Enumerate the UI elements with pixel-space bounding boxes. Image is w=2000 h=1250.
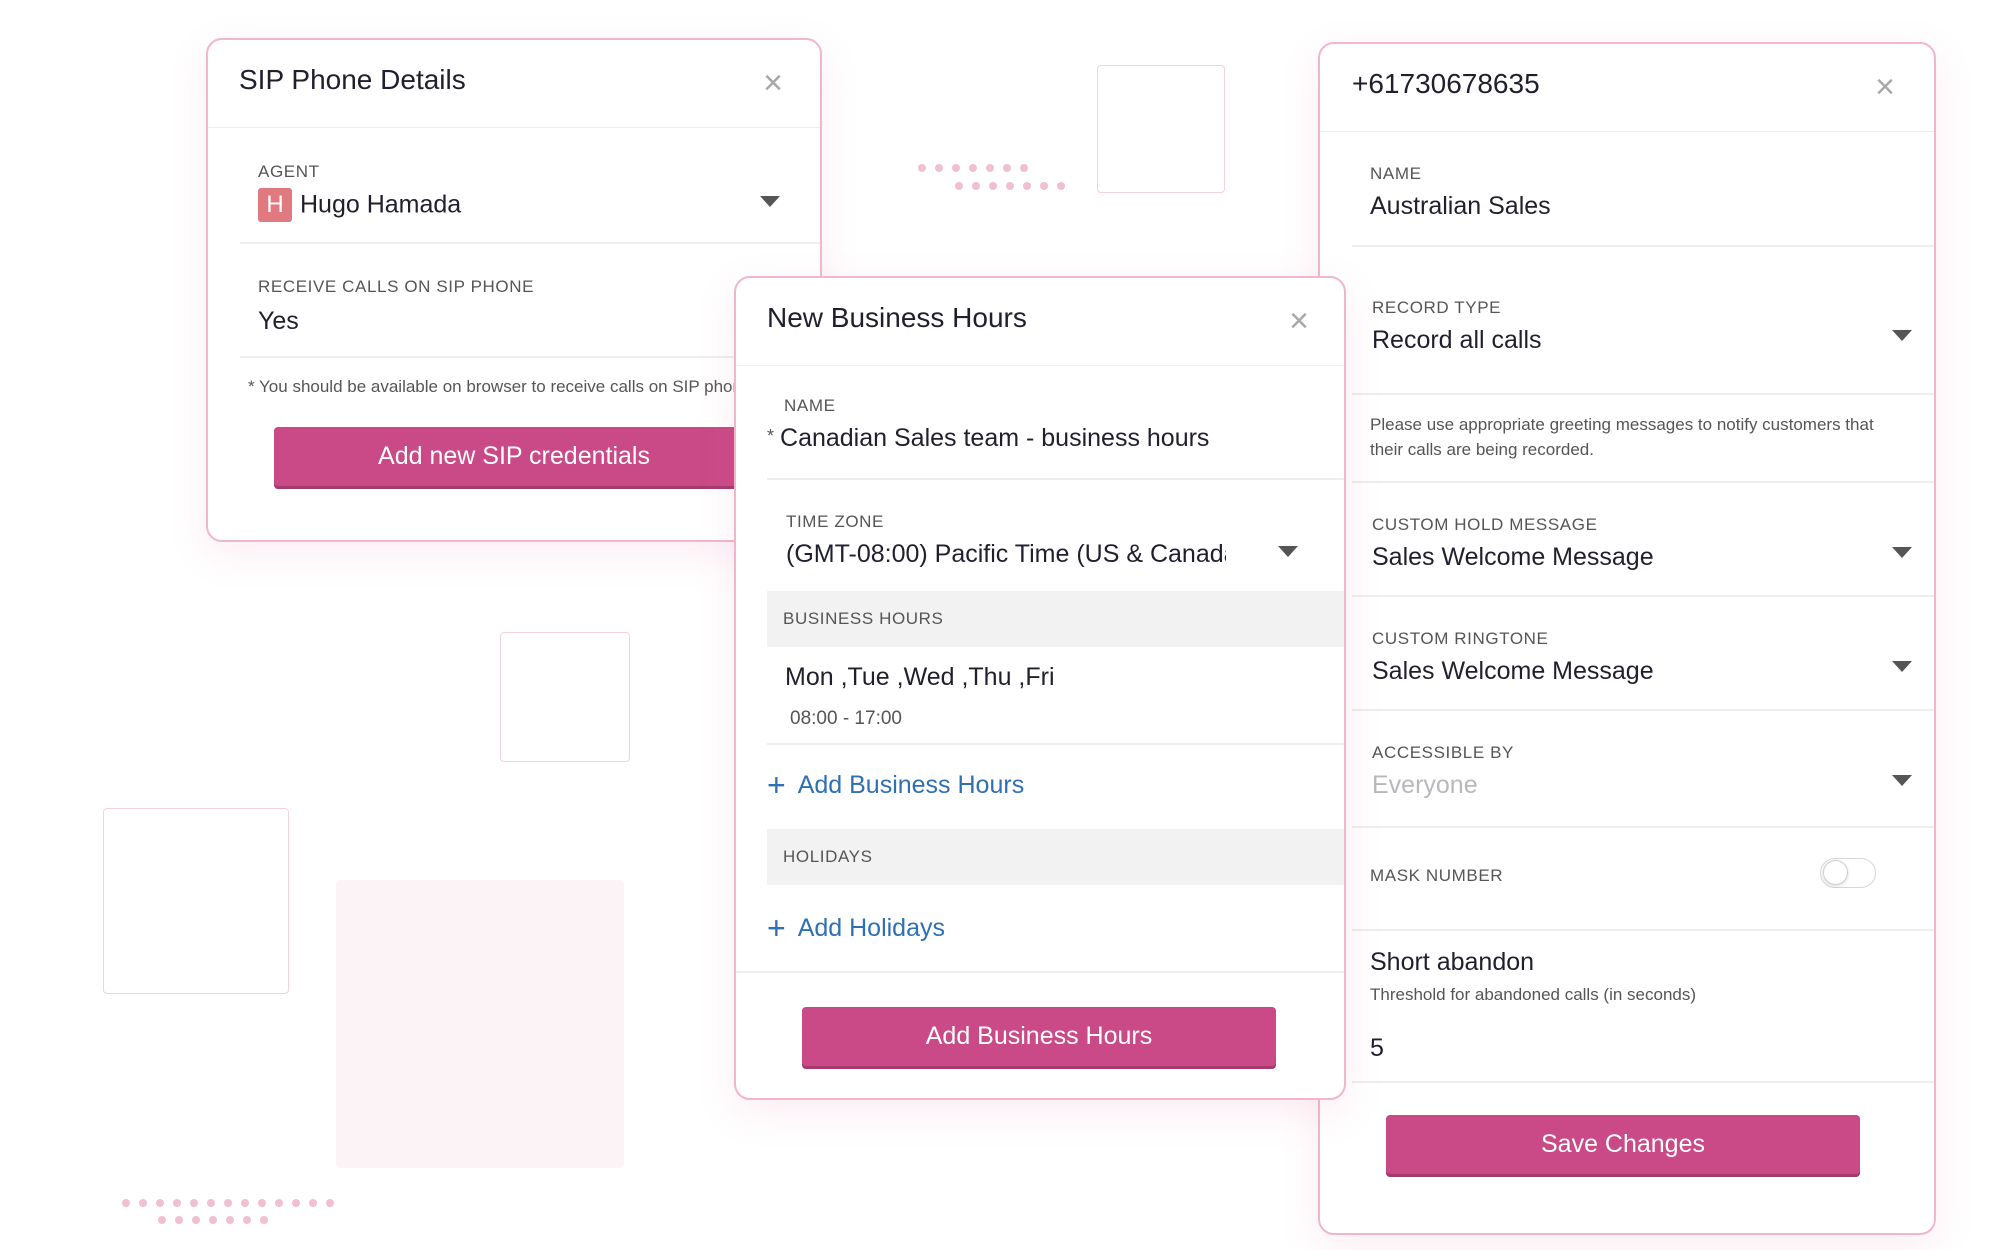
chevron-down-icon[interactable] xyxy=(760,196,780,207)
business-hours-section-header: BUSINESS HOURS xyxy=(767,591,1344,647)
record-type-note: Please use appropriate greeting messages… xyxy=(1370,415,1874,459)
sip-card-header: SIP Phone Details × xyxy=(208,40,820,128)
phone-number-settings-card: +61730678635 × NAME Australian Sales REC… xyxy=(1318,42,1936,1235)
decorative-dots-bottom-1 xyxy=(122,1199,334,1207)
decorative-dots-bottom-2 xyxy=(158,1216,268,1224)
add-holidays-link[interactable]: + Add Holidays xyxy=(767,910,945,947)
divider xyxy=(1352,1081,1934,1083)
business-hours-name-text: Canadian Sales team - business hours xyxy=(780,424,1210,452)
avatar: H xyxy=(258,188,292,222)
divider xyxy=(1352,929,1934,931)
chevron-down-icon[interactable] xyxy=(1892,547,1912,558)
decorative-square-left xyxy=(103,808,289,994)
holidays-section-header: HOLIDAYS xyxy=(767,829,1344,885)
receive-calls-label: RECEIVE CALLS ON SIP PHONE xyxy=(258,277,535,296)
accessible-by-dropdown[interactable]: ACCESSIBLE BY Everyone xyxy=(1372,743,1912,807)
add-holidays-link-label: Add Holidays xyxy=(797,914,945,942)
business-time-range: 08:00 - 17:00 xyxy=(790,708,902,729)
hours-card-header: New Business Hours × xyxy=(736,278,1344,366)
divider xyxy=(1352,393,1934,395)
custom-ringtone-label: CUSTOM RINGTONE xyxy=(1372,629,1549,648)
chevron-down-icon[interactable] xyxy=(1278,546,1298,557)
time-zone-dropdown[interactable]: TIME ZONE (GMT-08:00) Pacific Time (US &… xyxy=(786,512,1316,576)
sip-phone-details-card: SIP Phone Details × AGENT H Hugo Hamada R… xyxy=(206,38,822,542)
close-icon[interactable]: × xyxy=(758,66,788,100)
chevron-down-icon[interactable] xyxy=(1892,661,1912,672)
decorative-dots-top-1 xyxy=(918,164,1028,172)
decorative-dots-top-2 xyxy=(955,182,1065,190)
mask-number-label: MASK NUMBER xyxy=(1370,866,1504,885)
new-business-hours-card: New Business Hours × NAME * Canadian Sale… xyxy=(734,276,1346,1100)
add-business-hours-link-label: Add Business Hours xyxy=(797,771,1025,799)
divider xyxy=(240,242,820,244)
record-type-dropdown[interactable]: RECORD TYPE Record all calls xyxy=(1372,298,1912,362)
business-hours-name-value: * Canadian Sales team - business hours xyxy=(767,424,1327,453)
business-days: Mon ,Tue ,Wed ,Thu ,Fri xyxy=(785,663,1055,691)
divider xyxy=(767,478,1344,480)
custom-hold-message-label: CUSTOM HOLD MESSAGE xyxy=(1372,515,1598,534)
record-type-label: RECORD TYPE xyxy=(1372,298,1502,317)
divider xyxy=(736,971,1344,973)
close-icon[interactable]: × xyxy=(1870,70,1900,104)
time-zone-value: (GMT-08:00) Pacific Time (US & Canada) xyxy=(786,540,1226,568)
receive-calls-value: Yes xyxy=(258,307,299,335)
short-abandon-input[interactable]: 5 xyxy=(1370,1034,1890,1063)
number-name-label: NAME xyxy=(1370,164,1422,183)
agent-dropdown[interactable]: AGENT H Hugo Hamada xyxy=(258,162,788,232)
hours-card-title: New Business Hours xyxy=(767,302,1027,333)
number-card-title: +61730678635 xyxy=(1352,68,1540,99)
plus-icon: + xyxy=(767,910,786,946)
business-hours-name-field[interactable]: NAME * Canadian Sales team - business hou… xyxy=(767,396,1327,460)
divider xyxy=(767,743,1344,745)
chevron-down-icon[interactable] xyxy=(1892,775,1912,786)
plus-icon: + xyxy=(767,767,786,803)
save-changes-button[interactable]: Save Changes xyxy=(1386,1115,1860,1174)
number-name-value: Australian Sales xyxy=(1370,192,1551,220)
divider xyxy=(1352,481,1934,483)
agent-label: AGENT xyxy=(258,162,320,181)
short-abandon-title: Short abandon xyxy=(1370,948,1535,976)
accessible-by-value: Everyone xyxy=(1372,771,1478,799)
toggle-knob xyxy=(1823,860,1848,885)
number-card-header: +61730678635 × xyxy=(1320,44,1934,132)
decorative-square-middle xyxy=(500,632,630,762)
accessible-by-label: ACCESSIBLE BY xyxy=(1372,743,1514,762)
custom-hold-message-dropdown[interactable]: CUSTOM HOLD MESSAGE Sales Welcome Messag… xyxy=(1372,515,1912,579)
divider xyxy=(1352,595,1934,597)
required-mark: * xyxy=(767,426,775,446)
add-business-hours-link[interactable]: + Add Business Hours xyxy=(767,767,1024,804)
agent-name: Hugo Hamada xyxy=(300,190,462,219)
divider xyxy=(1352,245,1934,247)
receive-calls-field[interactable]: RECEIVE CALLS ON SIP PHONE Yes xyxy=(258,277,788,337)
custom-ringtone-value: Sales Welcome Message xyxy=(1372,657,1654,685)
close-icon[interactable]: × xyxy=(1284,304,1314,338)
custom-hold-message-value: Sales Welcome Message xyxy=(1372,543,1654,571)
sip-card-title: SIP Phone Details xyxy=(239,64,466,95)
divider xyxy=(1352,826,1934,828)
chevron-down-icon[interactable] xyxy=(1892,330,1912,341)
mask-number-toggle[interactable] xyxy=(1820,858,1876,888)
time-zone-label: TIME ZONE xyxy=(786,512,884,531)
add-sip-credentials-button[interactable]: Add new SIP credentials xyxy=(274,427,754,486)
decorative-panel-pink xyxy=(336,880,624,1168)
custom-ringtone-dropdown[interactable]: CUSTOM RINGTONE Sales Welcome Message xyxy=(1372,629,1912,693)
divider xyxy=(1352,709,1934,711)
add-business-hours-button[interactable]: Add Business Hours xyxy=(802,1007,1276,1066)
record-type-value: Record all calls xyxy=(1372,326,1542,354)
decorative-square-top xyxy=(1097,65,1225,193)
agent-value: H Hugo Hamada xyxy=(258,188,788,222)
business-hours-name-label: NAME xyxy=(784,396,836,415)
short-abandon-subtitle: Threshold for abandoned calls (in second… xyxy=(1370,985,1697,1004)
number-name-field[interactable]: NAME Australian Sales xyxy=(1370,164,1910,228)
